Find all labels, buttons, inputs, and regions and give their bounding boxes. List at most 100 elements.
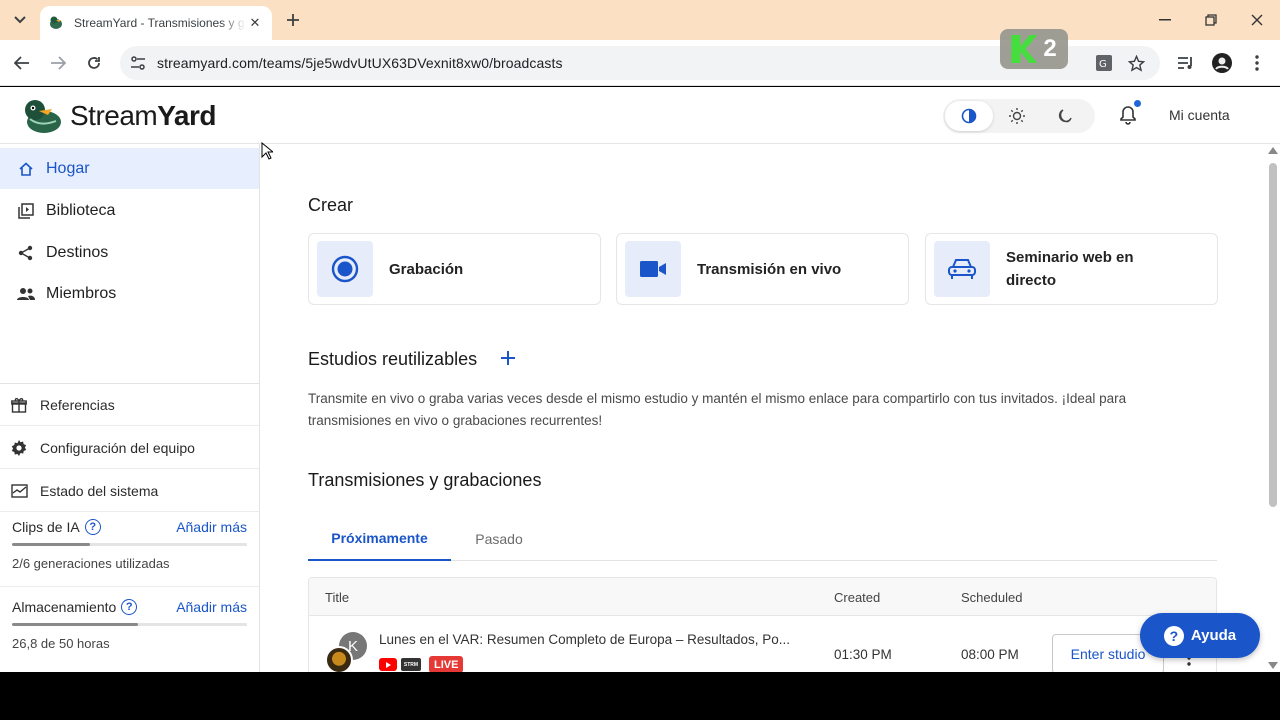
create-livestream-card[interactable]: Transmisión en vivo <box>616 233 909 305</box>
tab-search-chevron-icon[interactable] <box>8 8 32 32</box>
forward-arrow-icon[interactable] <box>46 51 70 75</box>
streamyard-favicon-icon <box>48 14 66 32</box>
library-icon <box>17 202 35 220</box>
tab-past[interactable]: Pasado <box>451 517 547 561</box>
tab-upcoming[interactable]: Próximamente <box>308 517 451 561</box>
help-question-icon: ? <box>1163 625 1184 646</box>
sidebar-item-members[interactable]: Miembros <box>0 273 259 314</box>
theme-auto-icon[interactable] <box>945 101 993 131</box>
tab-close-icon[interactable]: ✕ <box>246 14 264 32</box>
card-label: Grabación <box>389 260 464 278</box>
help-question-icon[interactable]: ? <box>84 519 101 535</box>
gear-icon <box>10 439 28 457</box>
table-row[interactable]: K Lunes en el VAR: Resumen Completo de E… <box>309 616 1216 672</box>
k2-extension-icon[interactable]: 2 <box>1000 29 1068 69</box>
ai-clips-label: Clips de IA <box>12 519 80 535</box>
media-control-icon[interactable] <box>1174 51 1198 75</box>
ai-clips-quota: Clips de IA ? Añadir más 2/6 generacione… <box>12 519 247 571</box>
page: StreamYard Mi cuenta Hogar Biblioteca De… <box>0 87 1280 672</box>
browser-tab-active[interactable]: StreamYard - Transmisiones y grabaciones… <box>40 6 272 40</box>
duck-logo-icon <box>25 100 61 133</box>
sidebar-item-label: Biblioteca <box>46 201 116 219</box>
storage-usage: 26,8 de 50 horas <box>12 636 110 651</box>
browser-menu-icon[interactable] <box>1245 51 1269 75</box>
ai-clips-add-more-link[interactable]: Añadir más <box>176 519 247 535</box>
bookmark-star-icon[interactable] <box>1124 51 1148 75</box>
extension-badge: 2 <box>1043 35 1057 62</box>
site-settings-icon[interactable] <box>126 51 150 75</box>
stream-destination-icon: STRM <box>401 658 421 671</box>
channel-avatar <box>325 646 353 672</box>
sidebar-item-library[interactable]: Biblioteca <box>0 190 259 231</box>
sidebar-item-label: Destinos <box>46 243 109 261</box>
k-logo-icon <box>1011 35 1038 63</box>
broadcast-tabs: Próximamente Pasado <box>308 517 1217 561</box>
browser-tabstrip: StreamYard - Transmisiones y grabaciones… <box>0 0 1280 40</box>
sidebar-item-system-status[interactable]: Estado del sistema <box>0 470 259 512</box>
ai-clips-progress-fill <box>12 543 91 546</box>
notifications-bell-icon[interactable] <box>1116 100 1141 127</box>
sidebar: Hogar Biblioteca Destinos Miembros Refer… <box>0 144 260 672</box>
record-icon <box>317 241 373 297</box>
column-header-scheduled: Scheduled <box>961 590 1023 605</box>
theme-toggle <box>943 99 1095 133</box>
restore-icon[interactable] <box>1199 8 1223 32</box>
sidebar-item-home[interactable]: Hogar <box>0 148 259 189</box>
help-button-label: Ayuda <box>1190 627 1237 644</box>
sidebar-separator <box>0 586 259 587</box>
window-close-icon[interactable] <box>1245 8 1269 32</box>
back-arrow-icon[interactable] <box>10 51 34 75</box>
storage-add-more-link[interactable]: Añadir más <box>176 599 247 615</box>
youtube-icon <box>379 658 397 671</box>
help-button[interactable]: ? Ayuda <box>1140 613 1260 658</box>
broadcast-title[interactable]: Lunes en el VAR: Resumen Completo de Eur… <box>379 632 790 647</box>
help-question-icon[interactable]: ? <box>121 599 138 615</box>
live-badge: LIVE <box>429 656 464 672</box>
theme-dark-moon-icon[interactable] <box>1041 101 1089 131</box>
logo-word-stream: Stream <box>70 100 158 131</box>
scroll-thumb[interactable] <box>1269 163 1277 507</box>
sidebar-item-destinations[interactable]: Destinos <box>0 232 259 273</box>
page-scrollbar[interactable] <box>1266 144 1280 672</box>
broadcasts-table: Title Created Scheduled K Lunes en el VA… <box>308 577 1217 672</box>
destination-badges: STRM LIVE <box>379 656 464 672</box>
storage-progress-bar <box>12 623 247 626</box>
column-header-created: Created <box>834 590 881 605</box>
sidebar-item-label: Estado del sistema <box>40 482 159 499</box>
streamyard-logo[interactable]: StreamYard <box>22 97 216 135</box>
scroll-up-arrow-icon[interactable] <box>1268 147 1278 154</box>
create-webinar-card[interactable]: Seminario web en directo <box>925 233 1218 305</box>
sidebar-item-referrals[interactable]: Referencias <box>0 384 259 426</box>
broadcasts-heading: Transmisiones y grabaciones <box>308 470 542 490</box>
browser-toolbar: streamyard.com/teams/5je5wdvUtUX63DVexni… <box>0 40 1280 86</box>
scheduled-time: 08:00 PM <box>961 647 1019 662</box>
profile-avatar-icon[interactable] <box>1210 51 1234 75</box>
storage-quota: Almacenamiento ? Añadir más 26,8 de 50 h… <box>12 599 247 651</box>
card-label: Seminario web en directo <box>1006 249 1134 289</box>
reusable-studios-description: Transmite en vivo o graba varias veces d… <box>308 391 1127 428</box>
tab-title: StreamYard - Transmisiones y grabaciones <box>74 16 246 30</box>
minimize-icon[interactable] <box>1153 8 1177 32</box>
scroll-down-arrow-icon[interactable] <box>1268 662 1278 669</box>
storage-label: Almacenamiento <box>12 599 117 615</box>
account-menu[interactable]: Mi cuenta <box>1169 107 1230 123</box>
created-time: 01:30 PM <box>834 647 892 662</box>
home-icon <box>17 160 35 178</box>
ai-clips-progress-bar <box>12 543 247 546</box>
add-studio-plus-icon[interactable] <box>498 348 518 368</box>
storage-title: Almacenamiento ? <box>12 599 138 615</box>
reload-icon[interactable] <box>82 51 106 75</box>
webinar-icon <box>934 241 990 297</box>
theme-light-sun-icon[interactable] <box>993 101 1041 131</box>
create-heading: Crear <box>308 195 354 215</box>
sidebar-item-label: Configuración del equipo <box>40 439 195 456</box>
new-tab-plus-icon[interactable] <box>281 8 305 32</box>
svg-text:G: G <box>1099 59 1107 70</box>
sidebar-item-team-settings[interactable]: Configuración del equipo <box>0 427 259 469</box>
ai-clips-title: Clips de IA ? <box>12 519 101 535</box>
ai-clips-usage: 2/6 generaciones utilizadas <box>12 556 170 571</box>
logo-word-yard: Yard <box>157 100 216 131</box>
logo-wordmark: StreamYard <box>70 100 216 132</box>
translate-icon[interactable]: G <box>1092 51 1116 75</box>
create-recording-card[interactable]: Grabación <box>308 233 601 305</box>
